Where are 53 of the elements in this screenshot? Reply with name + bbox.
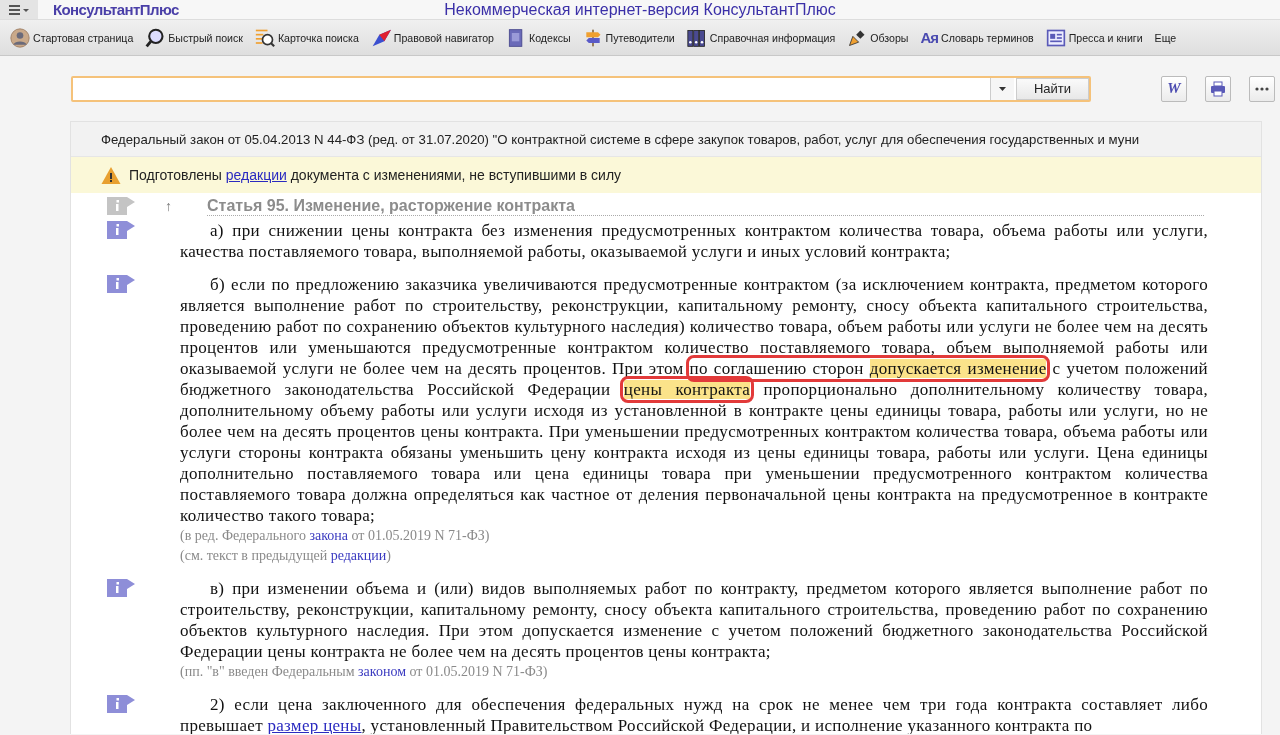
document-link[interactable]: редакции: [225, 167, 287, 183]
document-link[interactable]: размер цены: [267, 716, 362, 734]
document-link[interactable]: закона: [309, 528, 348, 543]
dropdown-button[interactable]: [990, 77, 1014, 100]
document-title: Федеральный закон от 05.04.2013 N 44-ФЗ (ред. от 31.07.2020) "О контрактной системе в сфере закупок товаров, работ, услуг для обеспечения государственных и муни: [101, 131, 1140, 147]
toolbar-item[interactable]: Ая Словарь терминов: [920, 29, 1034, 46]
document-link[interactable]: законом: [358, 664, 406, 679]
toolbar-item[interactable]: Стартовая страница: [10, 27, 134, 48]
search-icon: [145, 27, 166, 48]
more-button[interactable]: [1249, 75, 1275, 102]
notice-text: Подготовлены редакции документа с изменениями, не вступившими в силу: [129, 167, 622, 183]
printer-icon: [1210, 80, 1226, 97]
menu-icon: [9, 3, 29, 16]
print-button[interactable]: [1205, 75, 1231, 102]
clause-paragraph: 2) если цена заключенного для обеспечения федеральных нужд на срок не менее чем три года контракта составляет либо превышает размер цены, установленный Правительством Российской Федерации, и исполнение указанного контракта по: [180, 694, 1208, 734]
edition-note: (пп. "в" введен Федеральным законом от 01.05.2019 N 71-ФЗ): [180, 663, 548, 681]
window-title: Некоммерческая интернет-версия КонсультантПлюс: [444, 0, 836, 18]
toolbar-item[interactable]: Справочная информация: [686, 27, 836, 48]
toolbar-item[interactable]: Кодексы: [506, 27, 571, 48]
caret-icon: [999, 86, 1006, 91]
toolbar-item[interactable]: Путеводители: [582, 27, 675, 48]
info-icon[interactable]: [107, 274, 135, 294]
edition-note: (см. текст в предыдущей редакции): [180, 547, 391, 565]
edition-note: (в ред. Федерального закона от 01.05.2019 N 71-ФЗ): [180, 527, 490, 545]
find-button[interactable]: Найти: [1016, 77, 1089, 100]
toolbar-item[interactable]: Карточка поиска: [254, 27, 359, 48]
clause-paragraph: б) если по предложению заказчика увеличиваются предусмотренные контрактом (за исключением контракта, предметом которого является выполнение работ по строительству, реконструкции, капитальному ремонту, сносу объекта капитального строительства, проведению работ по сохранению объектов культурного наследия) количество товара, объем работы или услуги не более чем на десять процентов или уменьшаются предусмотренные контрактом количество поставляемого товара, объем выполняемой работы или оказываемой услуги не более чем на десять процентов. При этом по соглашению сторон допускается изменение с учетом положений бюджетного законодательства Российской Федерации цены контракта пропорционально дополнительному количеству товара, дополнительному объему работы или услуги исходя из установленной в контракте цены единицы товара, работы или услуги, но не более чем на десять процентов цены контракта. При уменьшении предусмотренных контрактом количества товара, объема работы или услуги стороны контракта обязаны уменьшить цену контракта исходя из цены единицы товара, работы или услуги. Цена единицы дополнительно поставляемого товара или цена единицы товара при уменьшении предусмотренного контрактом количества поставляемого товара должна определяться как частное от деления первоначальной цены контракта на предусмотренное в контракте количество такого товара;: [180, 274, 1208, 526]
search-field[interactable]: Найти: [71, 75, 1091, 102]
navigator-icon: [370, 27, 391, 48]
warning-icon: [101, 165, 121, 185]
dictionary-icon: Ая: [920, 29, 938, 46]
newspaper-icon: [1045, 27, 1066, 48]
binders-icon: [686, 27, 707, 48]
info-icon[interactable]: [107, 196, 135, 216]
avatar-icon: [10, 27, 30, 48]
toolbar-item[interactable]: Пресса и книги: [1045, 27, 1143, 48]
word-export-button[interactable]: W: [1161, 75, 1187, 102]
article-heading: Статья 95. Изменение, расторжение контракта: [207, 196, 1204, 216]
app-logo[interactable]: КонсультантПлюс: [53, 1, 179, 18]
info-icon[interactable]: [107, 578, 135, 598]
toolbar-item[interactable]: Быстрый поиск: [145, 27, 243, 48]
info-icon[interactable]: [107, 694, 135, 714]
list-search-icon: [254, 27, 275, 48]
clause-paragraph: в) при изменении объема и (или) видов выполняемых работ по контракту, предметом которого является выполнение работ по строительству, реконструкции, капитальному ремонту, сносу объекта капитального строительства, проведению работ по сохранению объектов культурного наследия. При этом допускается изменение с учетом положений бюджетного законодательства Российской Федерации цены контракта не более чем на десять процентов цены контракта;: [180, 578, 1208, 662]
toolbar-item[interactable]: Еще: [1154, 31, 1177, 44]
toolbar-item[interactable]: Правовой навигатор: [370, 27, 494, 48]
info-icon[interactable]: [107, 220, 135, 240]
toolbar-item[interactable]: Обзоры: [847, 27, 909, 48]
clause-paragraph: а) при снижении цены контракта без изменения предусмотренных контрактом количества товара, объема работы или услуги, качества поставляемого товара, выполняемой работы, оказываемой услуги и иных условий контракта;: [180, 220, 1208, 262]
more-icon: [1255, 86, 1269, 91]
document-link[interactable]: редакции: [330, 548, 387, 563]
menu-button[interactable]: [0, 0, 38, 19]
up-arrow[interactable]: ↑: [165, 198, 207, 214]
